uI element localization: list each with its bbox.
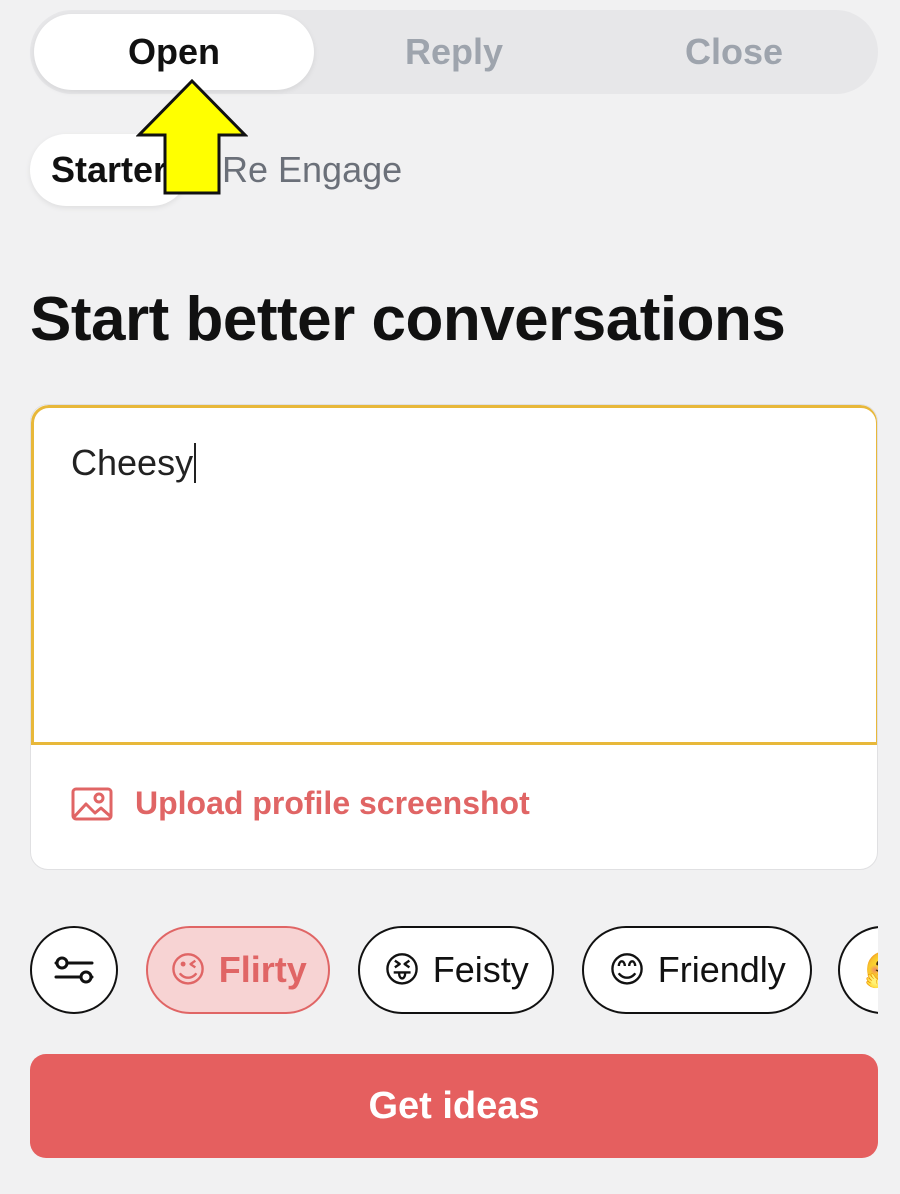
subtab-re-engage[interactable]: Re Engage <box>222 134 402 206</box>
smiling-face-icon: 😊 <box>608 949 646 990</box>
tongue-out-face-icon: 😝 <box>383 949 421 990</box>
text-caret <box>194 443 197 483</box>
upload-label: Upload profile screenshot <box>135 785 530 821</box>
tone-chip-flirty[interactable]: 😉 Flirty <box>146 926 330 1014</box>
upload-profile-screenshot-button[interactable]: Upload profile screenshot <box>71 785 530 822</box>
tone-chip-partial[interactable]: 🤗 <box>838 926 878 1014</box>
tone-chip-friendly[interactable]: 😊 Friendly <box>582 926 812 1014</box>
image-icon <box>71 787 113 820</box>
tone-label: Friendly <box>657 949 786 990</box>
sliders-icon <box>54 956 94 984</box>
filter-settings-button[interactable] <box>30 926 118 1014</box>
hugging-face-icon: 🤗 <box>864 949 878 991</box>
winking-face-icon: 😉 <box>169 949 207 990</box>
message-input-value: Cheesy <box>71 442 194 483</box>
message-card: Cheesy Upload profile screenshot <box>30 404 878 870</box>
page-title: Start better conversations <box>30 285 786 354</box>
tone-chip-feisty[interactable]: 😝 Feisty <box>358 926 554 1014</box>
tone-label: Feisty <box>432 949 529 990</box>
get-ideas-button[interactable]: Get ideas <box>30 1054 878 1158</box>
tab-close[interactable]: Close <box>594 14 874 90</box>
tone-chips: 😉 Flirty 😝 Feisty 😊 Friendly 🤗 <box>30 926 878 1018</box>
yellow-arrow-up-icon <box>136 78 248 195</box>
message-input[interactable]: Cheesy <box>31 405 877 745</box>
tone-label: Flirty <box>218 949 307 990</box>
tab-reply[interactable]: Reply <box>314 14 594 90</box>
